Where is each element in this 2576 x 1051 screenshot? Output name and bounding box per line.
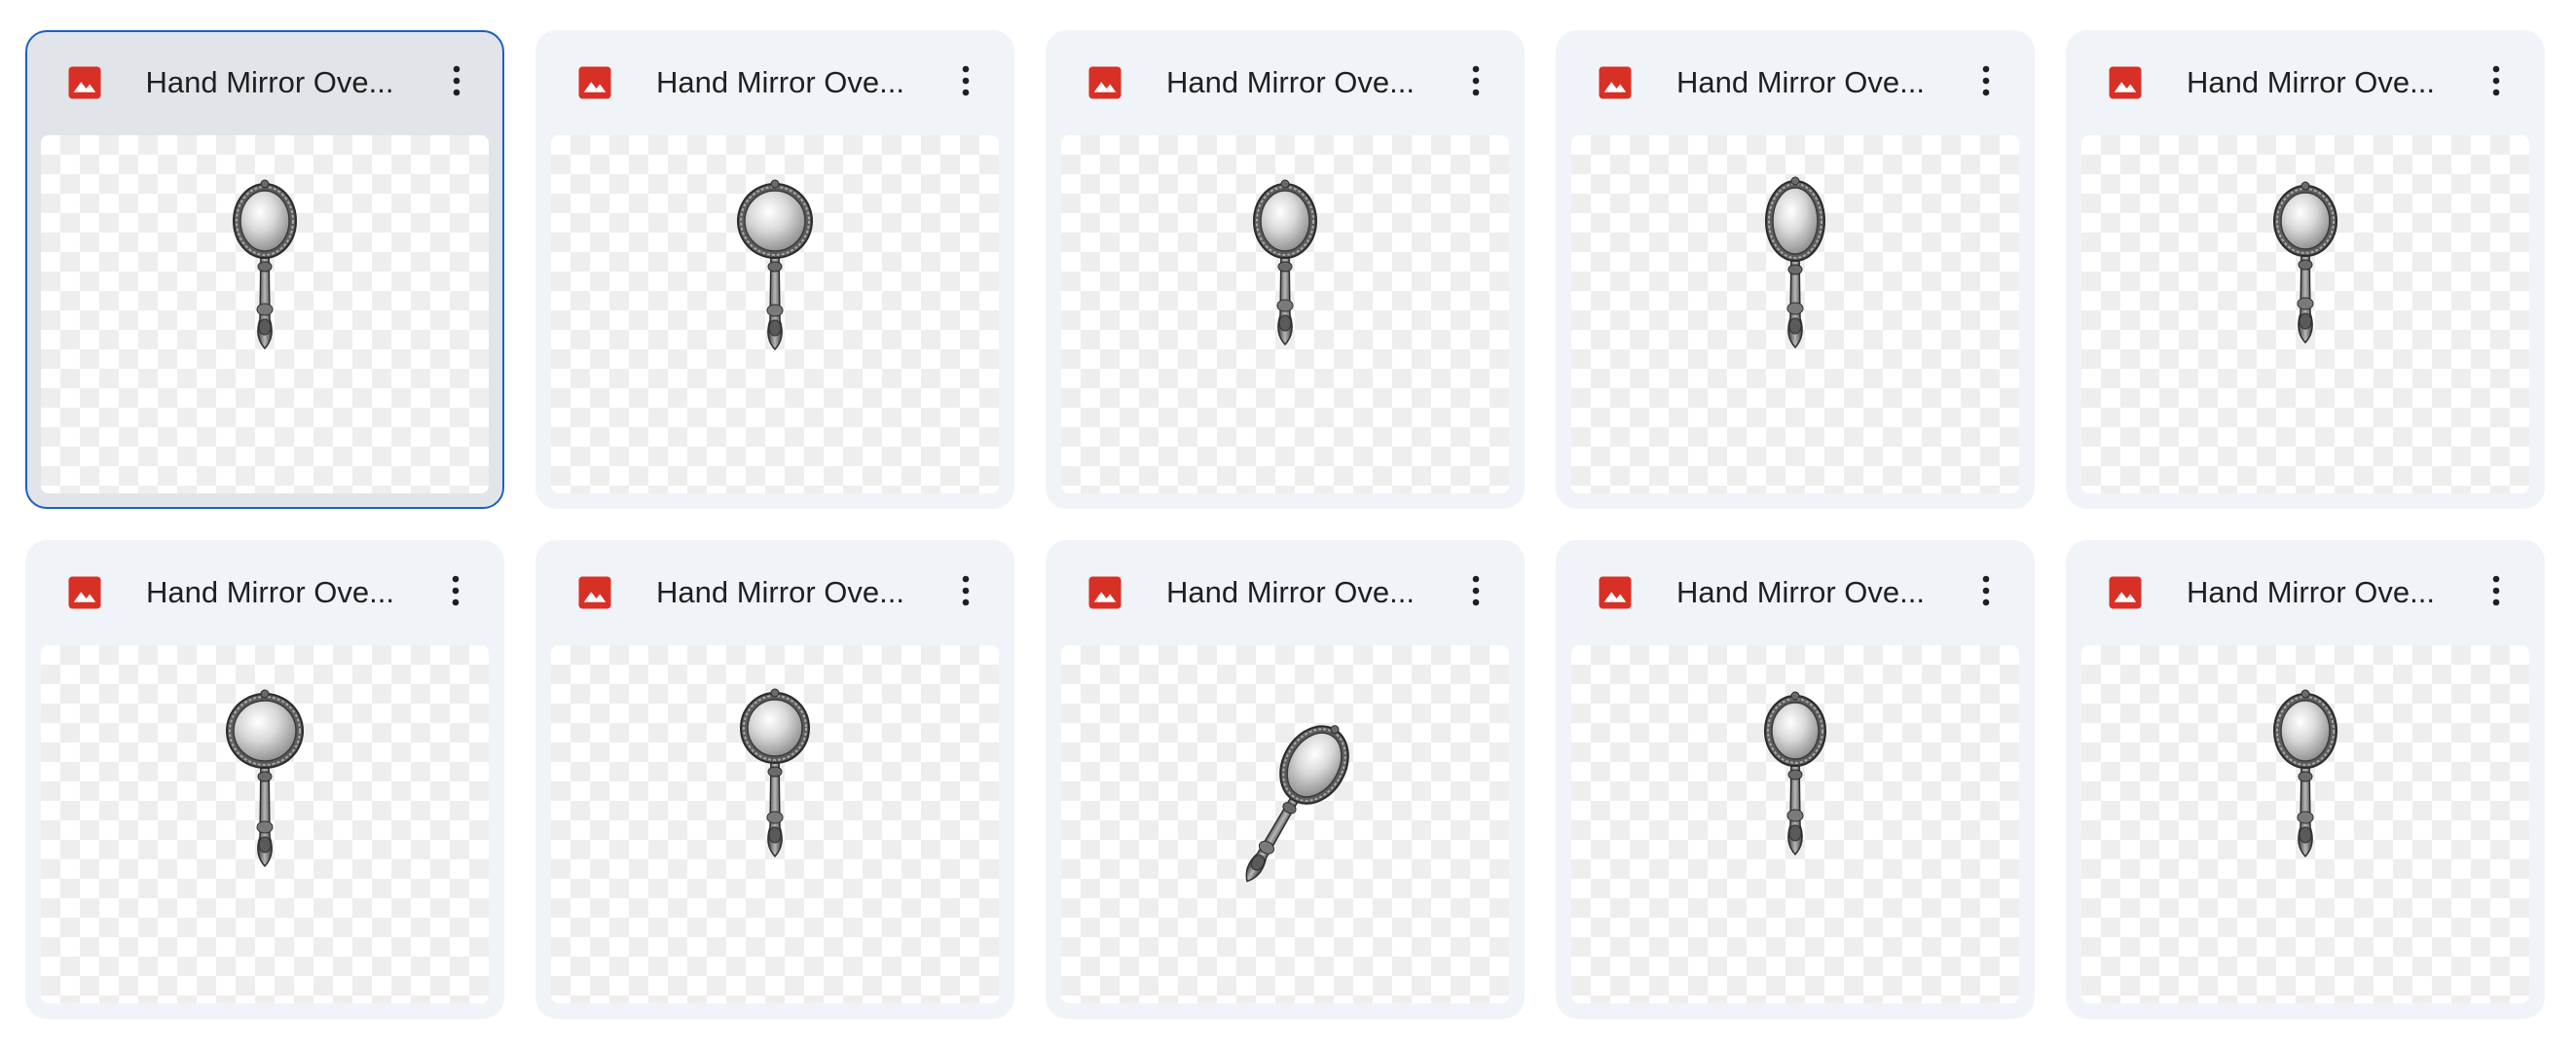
file-card-header: Hand Mirror Ove... [27,32,502,133]
more-vert-icon [1982,575,1990,606]
file-name: Hand Mirror Ove... [656,575,904,609]
file-grid: Hand Mirror Ove... Hand Mirror Ove... Hand… [25,30,2545,1019]
file-card[interactable]: Hand Mirror Ove... [535,30,1014,509]
hand-mirror-image [1253,179,1317,346]
image-file-icon [68,576,101,609]
file-card-header: Hand Mirror Ove... [25,540,504,643]
image-file-icon [1599,66,1632,99]
more-vert-icon [2492,575,2500,606]
file-thumbnail[interactable] [1571,645,2019,1003]
file-name: Hand Mirror Ove... [2187,575,2435,609]
more-vert-icon [1472,575,1480,606]
hand-mirror-image [2273,689,2337,858]
file-thumbnail[interactable] [551,645,999,1003]
file-card[interactable]: Hand Mirror Ove... [1556,540,2035,1019]
file-card[interactable]: Hand Mirror Ove... [1046,30,1525,509]
hand-mirror-image [1764,691,1826,856]
more-vert-icon [452,575,460,606]
file-name: Hand Mirror Ove... [1676,575,1925,609]
image-file-icon [2109,66,2142,99]
file-thumbnail[interactable] [1061,135,1509,493]
more-actions-button[interactable] [1453,57,1499,104]
file-name: Hand Mirror Ove... [145,64,394,99]
more-vert-icon [1472,65,1480,96]
more-vert-icon [2492,65,2500,96]
file-card[interactable]: Hand Mirror Ove... [2066,540,2545,1019]
image-file-icon [1088,576,1122,609]
file-card[interactable]: Hand Mirror Ove... [2066,30,2545,509]
image-file-icon [578,576,611,609]
hand-mirror-image [232,179,297,349]
hand-mirror-image [1245,725,1349,883]
hand-mirror-image [737,179,813,351]
file-card[interactable]: Hand Mirror Ove... [535,540,1014,1019]
file-thumbnail[interactable] [40,134,489,493]
file-name: Hand Mirror Ove... [1166,575,1415,609]
more-actions-button[interactable] [1963,567,2009,614]
more-actions-button[interactable] [1963,57,2009,104]
file-name: Hand Mirror Ove... [146,575,394,609]
hand-mirror-image [226,689,304,868]
image-file-icon [1599,576,1632,609]
file-card[interactable]: Hand Mirror Ove... [25,540,504,1019]
file-card-header: Hand Mirror Ove... [1046,540,1525,643]
file-card-header: Hand Mirror Ove... [1046,30,1525,133]
file-thumbnail[interactable] [1061,645,1509,1003]
more-actions-button[interactable] [942,567,989,614]
hand-mirror-image [740,688,810,858]
file-card-header: Hand Mirror Ove... [535,30,1014,133]
file-card-header: Hand Mirror Ove... [2066,540,2545,643]
more-actions-button[interactable] [2473,567,2520,614]
image-file-icon [578,66,611,99]
more-actions-button[interactable] [2473,57,2520,104]
file-card[interactable]: Hand Mirror Ove... [25,30,504,509]
more-actions-button[interactable] [942,57,989,104]
file-name: Hand Mirror Ove... [656,65,904,99]
more-vert-icon [962,575,970,606]
more-actions-button[interactable] [433,57,480,104]
more-vert-icon [453,65,460,95]
file-card-header: Hand Mirror Ove... [535,540,1014,643]
file-card-header: Hand Mirror Ove... [1556,30,2035,133]
file-name: Hand Mirror Ove... [2187,65,2435,99]
image-file-icon [1088,66,1122,99]
file-thumbnail[interactable] [551,135,999,493]
image-file-icon [68,66,100,98]
hand-mirror-image [2273,181,2337,344]
file-card-header: Hand Mirror Ove... [1556,540,2035,643]
file-thumbnail[interactable] [2081,135,2529,493]
file-name: Hand Mirror Ove... [1676,65,1925,99]
file-thumbnail[interactable] [2081,645,2529,1003]
image-file-icon [2109,576,2142,609]
file-card-header: Hand Mirror Ove... [2066,30,2545,133]
more-actions-button[interactable] [1453,567,1499,614]
file-thumbnail[interactable] [1571,135,2019,493]
file-card[interactable]: Hand Mirror Ove... [1046,540,1525,1019]
file-thumbnail[interactable] [41,645,489,1003]
hand-mirror-image [1765,176,1825,349]
more-actions-button[interactable] [432,567,479,614]
more-vert-icon [962,65,970,96]
file-card[interactable]: Hand Mirror Ove... [1556,30,2035,509]
file-name: Hand Mirror Ove... [1166,65,1415,99]
more-vert-icon [1982,65,1990,96]
